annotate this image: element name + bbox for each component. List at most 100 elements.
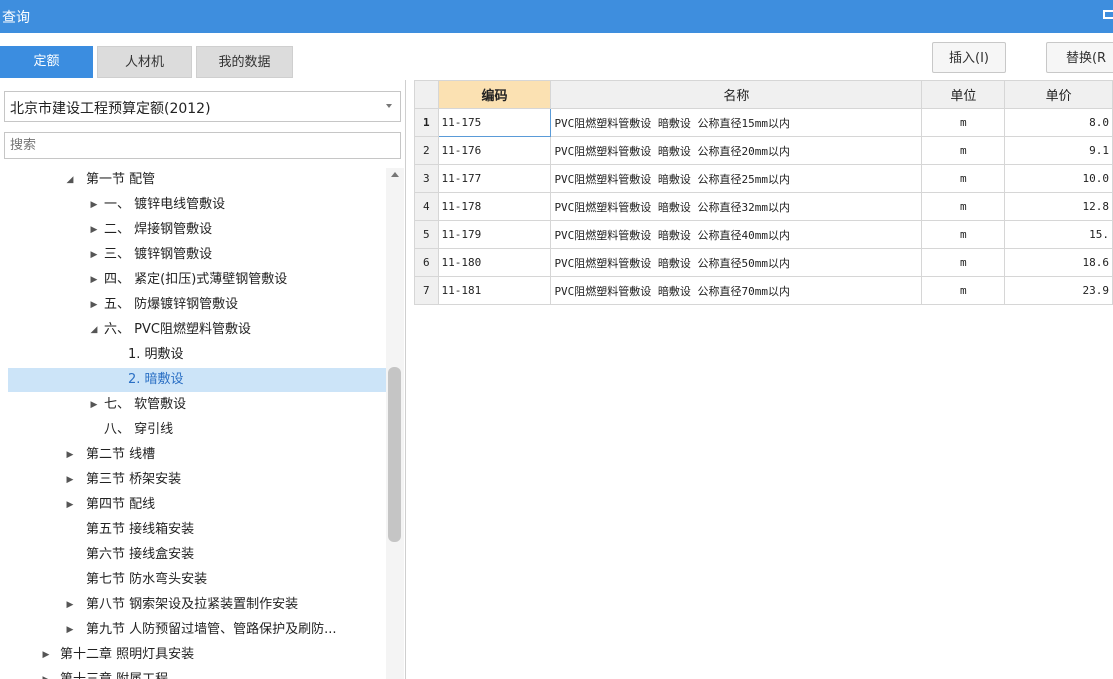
- price-cell[interactable]: 18.6: [1004, 248, 1113, 277]
- tree-node[interactable]: 1. 明敷设: [8, 343, 386, 367]
- table-row[interactable]: 2 11-176 PVC阻燃塑料管敷设 暗敷设 公称直径20mm以内 m 9.1: [414, 136, 1113, 165]
- collapsed-caret-icon[interactable]: ▶: [88, 268, 100, 292]
- tree-node[interactable]: ▶ 第二节 线槽: [8, 443, 386, 467]
- tree-node[interactable]: ▶ 三、 镀锌钢管敷设: [8, 243, 386, 267]
- price-cell[interactable]: 15.: [1004, 220, 1113, 249]
- unit-cell[interactable]: m: [921, 164, 1006, 193]
- tree-node[interactable]: ▶ 第三节 桥架安装: [8, 468, 386, 492]
- insert-button[interactable]: 插入(I): [932, 42, 1006, 73]
- unit-cell[interactable]: m: [921, 248, 1006, 277]
- tree-node-label: 第八节 钢索架设及拉紧装置制作安装: [86, 597, 299, 612]
- code-cell[interactable]: 11-176: [437, 136, 552, 165]
- table-row[interactable]: 3 11-177 PVC阻燃塑料管敷设 暗敷设 公称直径25mm以内 m 10.0: [414, 164, 1113, 193]
- chevron-down-icon[interactable]: [386, 104, 392, 108]
- tree-node[interactable]: ▶ 第十二章 照明灯具安装: [8, 643, 386, 667]
- tree-node[interactable]: ▶ 第八节 钢索架设及拉紧装置制作安装: [8, 593, 386, 617]
- name-cell[interactable]: PVC阻燃塑料管敷设 暗敷设 公称直径32mm以内: [550, 192, 923, 221]
- table-row[interactable]: 6 11-180 PVC阻燃塑料管敷设 暗敷设 公称直径50mm以内 m 18.6: [414, 248, 1113, 277]
- tree-node[interactable]: ◢ 第一节 配管: [8, 168, 386, 192]
- price-cell[interactable]: 23.9: [1004, 276, 1113, 305]
- tree-scrollbar[interactable]: [386, 168, 404, 679]
- tree-node[interactable]: ▶ 第四节 配线: [8, 493, 386, 517]
- collapsed-caret-icon[interactable]: ▶: [88, 218, 100, 242]
- scrollbar-thumb[interactable]: [388, 367, 401, 542]
- tree-node[interactable]: ▶ 五、 防爆镀锌钢管敷设: [8, 293, 386, 317]
- code-cell[interactable]: 11-180: [437, 248, 552, 277]
- collapsed-caret-icon[interactable]: ▶: [40, 668, 52, 679]
- name-cell[interactable]: PVC阻燃塑料管敷设 暗敷设 公称直径25mm以内: [550, 164, 923, 193]
- code-cell[interactable]: 11-178: [437, 192, 552, 221]
- tree-node[interactable]: 第五节 接线箱安装: [8, 518, 386, 542]
- table-row[interactable]: 4 11-178 PVC阻燃塑料管敷设 暗敷设 公称直径32mm以内 m 12.8: [414, 192, 1113, 221]
- collapsed-caret-icon[interactable]: ▶: [64, 593, 76, 617]
- collapsed-caret-icon[interactable]: ▶: [64, 493, 76, 517]
- table-row[interactable]: 5 11-179 PVC阻燃塑料管敷设 暗敷设 公称直径40mm以内 m 15.: [414, 220, 1113, 249]
- maximize-icon[interactable]: [1103, 10, 1113, 19]
- tree-node[interactable]: 第六节 接线盒安装: [8, 543, 386, 567]
- search-input[interactable]: [4, 132, 401, 159]
- tab-labor-material-machine[interactable]: 人材机: [97, 46, 192, 78]
- collapsed-caret-icon[interactable]: ▶: [88, 243, 100, 267]
- expanded-caret-icon[interactable]: ◢: [64, 168, 76, 192]
- tree-node-label: 第十二章 照明灯具安装: [60, 647, 195, 662]
- name-cell[interactable]: PVC阻燃塑料管敷设 暗敷设 公称直径15mm以内: [550, 108, 923, 137]
- tree-node-label: 八、 穿引线: [104, 422, 174, 437]
- tree-node-label: 二、 焊接钢管敷设: [104, 222, 213, 237]
- tree-node[interactable]: ▶ 第十三章 附属工程: [8, 668, 386, 679]
- tree-node-label: 第四节 配线: [86, 497, 156, 512]
- collapsed-caret-icon[interactable]: ▶: [88, 193, 100, 217]
- tab-quota[interactable]: 定额: [0, 46, 93, 78]
- collapsed-caret-icon[interactable]: ▶: [64, 468, 76, 492]
- column-header-unit[interactable]: 单位: [921, 80, 1006, 109]
- tree-node[interactable]: ◢ 六、 PVC阻燃塑料管敷设: [8, 318, 386, 342]
- tree-node[interactable]: 2. 暗敷设: [8, 368, 386, 392]
- name-cell[interactable]: PVC阻燃塑料管敷设 暗敷设 公称直径50mm以内: [550, 248, 923, 277]
- tree-node[interactable]: ▶ 二、 焊接钢管敷设: [8, 218, 386, 242]
- tab-my-data[interactable]: 我的数据: [196, 46, 293, 78]
- tree-node[interactable]: ▶ 四、 紧定(扣压)式薄壁钢管敷设: [8, 268, 386, 292]
- name-cell[interactable]: PVC阻燃塑料管敷设 暗敷设 公称直径40mm以内: [550, 220, 923, 249]
- tree-node[interactable]: ▶ 一、 镀锌电线管敷设: [8, 193, 386, 217]
- expanded-caret-icon[interactable]: ◢: [88, 318, 100, 342]
- title-bar: 查询: [0, 0, 1113, 33]
- tree-node-label: 第一节 配管: [86, 172, 156, 187]
- tree-node[interactable]: 八、 穿引线: [8, 418, 386, 442]
- row-number: 6: [414, 248, 439, 277]
- code-cell[interactable]: 11-179: [437, 220, 552, 249]
- row-number: 3: [414, 164, 439, 193]
- tree-node-label: 第七节 防水弯头安装: [86, 572, 208, 587]
- collapsed-caret-icon[interactable]: ▶: [64, 618, 76, 642]
- unit-cell[interactable]: m: [921, 192, 1006, 221]
- price-cell[interactable]: 8.0: [1004, 108, 1113, 137]
- table-row[interactable]: 7 11-181 PVC阻燃塑料管敷设 暗敷设 公称直径70mm以内 m 23.9: [414, 276, 1113, 305]
- code-cell[interactable]: 11-175: [437, 108, 552, 137]
- name-cell[interactable]: PVC阻燃塑料管敷设 暗敷设 公称直径70mm以内: [550, 276, 923, 305]
- collapsed-caret-icon[interactable]: ▶: [88, 393, 100, 417]
- price-cell[interactable]: 12.8: [1004, 192, 1113, 221]
- code-cell[interactable]: 11-177: [437, 164, 552, 193]
- quota-table: 编码 名称 单位 单价 1 11-175 PVC阻燃塑料管敷设 暗敷设 公称直径15…: [414, 80, 1113, 305]
- name-cell[interactable]: PVC阻燃塑料管敷设 暗敷设 公称直径20mm以内: [550, 136, 923, 165]
- collapsed-caret-icon[interactable]: ▶: [64, 443, 76, 467]
- collapsed-caret-icon[interactable]: ▶: [88, 293, 100, 317]
- table-row[interactable]: 1 11-175 PVC阻燃塑料管敷设 暗敷设 公称直径15mm以内 m 8.0: [414, 108, 1113, 137]
- column-header-price[interactable]: 单价: [1004, 80, 1113, 109]
- scroll-up-icon[interactable]: [391, 172, 399, 177]
- unit-cell[interactable]: m: [921, 276, 1006, 305]
- price-cell[interactable]: 9.1: [1004, 136, 1113, 165]
- tree-node[interactable]: 第七节 防水弯头安装: [8, 568, 386, 592]
- quota-library-select[interactable]: 北京市建设工程预算定额(2012): [4, 91, 401, 122]
- collapsed-caret-icon[interactable]: ▶: [40, 643, 52, 667]
- price-cell[interactable]: 10.0: [1004, 164, 1113, 193]
- column-header-name[interactable]: 名称: [550, 80, 923, 109]
- code-cell[interactable]: 11-181: [437, 276, 552, 305]
- column-header-code[interactable]: 编码: [437, 80, 552, 109]
- unit-cell[interactable]: m: [921, 108, 1006, 137]
- row-number: 7: [414, 276, 439, 305]
- unit-cell[interactable]: m: [921, 136, 1006, 165]
- tree-node[interactable]: ▶ 第九节 人防预留过墙管、管路保护及刷防...: [8, 618, 386, 642]
- row-number: 5: [414, 220, 439, 249]
- replace-button[interactable]: 替换(R: [1046, 42, 1113, 73]
- unit-cell[interactable]: m: [921, 220, 1006, 249]
- tree-node[interactable]: ▶ 七、 软管敷设: [8, 393, 386, 417]
